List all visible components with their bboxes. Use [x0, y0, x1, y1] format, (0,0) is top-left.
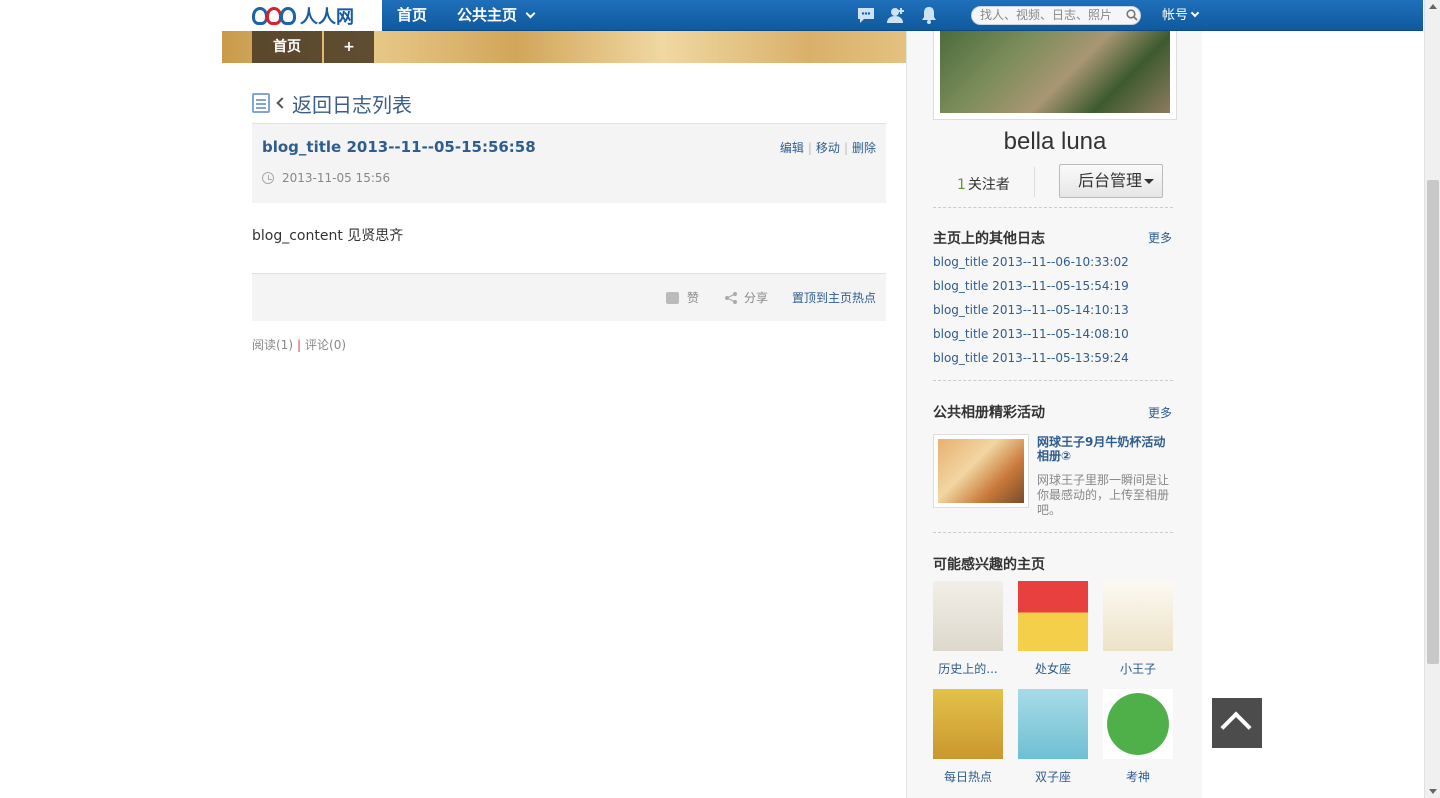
admin-label: 后台管理: [1078, 171, 1143, 190]
suggested-pages-title: 可能感兴趣的主页: [933, 557, 1045, 573]
suggested-page-label[interactable]: 双子座: [1010, 768, 1096, 785]
share-button[interactable]: 分享: [724, 289, 768, 306]
read-count: 阅读(1): [252, 338, 293, 352]
albums-more-link[interactable]: 更多: [1148, 404, 1172, 421]
suggested-page-thumbnail[interactable]: [1018, 581, 1088, 651]
caret-down-icon: [1144, 179, 1154, 184]
chevron-down-icon: [525, 8, 536, 19]
search-input[interactable]: 找人、视频、日志、照片: [971, 6, 1141, 25]
album-image: [938, 439, 1024, 503]
banner-tab-add[interactable]: +: [324, 31, 374, 63]
post-date-text: 2013-11-05 15:56: [282, 171, 391, 185]
album-title-link[interactable]: 网球王子9月牛奶杯活动相册②: [1037, 435, 1173, 463]
divider: [1034, 167, 1035, 197]
document-icon: [252, 93, 270, 113]
followers-number: 1: [957, 177, 966, 193]
followers-label: 关注者: [967, 177, 1010, 193]
comment-count[interactable]: 评论(0): [305, 338, 346, 352]
move-link[interactable]: 移动: [816, 141, 840, 155]
followers-count[interactable]: 1 关注者: [957, 174, 1010, 194]
suggested-page-thumbnail[interactable]: [933, 581, 1003, 651]
suggested-page-thumbnail[interactable]: [1103, 689, 1173, 759]
clock-icon: [262, 172, 274, 184]
album-thumbnail[interactable]: [933, 434, 1029, 508]
divider: [933, 532, 1173, 533]
suggested-page-thumbnail[interactable]: [1103, 581, 1173, 651]
account-label: 帐号: [1162, 8, 1189, 23]
post-stats: 阅读(1) | 评论(0): [252, 338, 347, 352]
back-to-top-button[interactable]: [1212, 698, 1262, 748]
profile-avatar[interactable]: [933, 31, 1177, 120]
navbar-bar: 人人网 首页 公共主页 找人、视频、日志、照片 帐号: [222, 0, 1423, 31]
banner-tab-home[interactable]: 首页: [252, 31, 322, 63]
suggested-page-label[interactable]: 历史上的...: [925, 660, 1011, 677]
chevron-down-icon: [1190, 8, 1200, 18]
chevron-up-icon: [1220, 711, 1252, 743]
post-content: blog_content 见贤思齐: [252, 228, 404, 244]
other-blogs-title: 主页上的其他日志: [933, 231, 1045, 247]
other-blog-link[interactable]: blog_title 2013--11--05-13:59:24: [933, 351, 1129, 365]
top-navbar: 人人网 首页 公共主页 找人、视频、日志、照片 帐号: [0, 0, 1424, 31]
divider: [933, 207, 1173, 208]
scroll-thumb[interactable]: [1427, 180, 1439, 664]
edit-link[interactable]: 编辑: [780, 141, 804, 155]
search-icon[interactable]: [1126, 9, 1138, 21]
account-menu[interactable]: 帐号: [1162, 0, 1200, 31]
nav-home-link[interactable]: 首页: [397, 0, 427, 31]
post-actions: 编辑 | 移动 | 删除: [779, 141, 876, 155]
like-label: 赞: [687, 291, 700, 305]
scroll-down-arrow-icon[interactable]: [1429, 789, 1437, 794]
add-friend-icon[interactable]: [886, 6, 906, 24]
logo-icon: [252, 5, 298, 27]
logo-text: 人人网: [300, 6, 354, 28]
profile-name: bella luna: [1003, 128, 1107, 155]
share-icon: [725, 291, 737, 304]
suggested-page-label[interactable]: 每日热点: [925, 768, 1011, 785]
page-scrollbar[interactable]: [1424, 0, 1440, 798]
suggested-page-label[interactable]: 小王子: [1095, 660, 1181, 677]
admin-dropdown-button[interactable]: 后台管理: [1059, 164, 1163, 198]
other-blog-link[interactable]: blog_title 2013--11--05-15:54:19: [933, 279, 1129, 293]
albums-title: 公共相册精彩活动: [933, 405, 1045, 421]
divider: [933, 380, 1173, 381]
site-logo[interactable]: 人人网: [222, 0, 382, 31]
chat-icon[interactable]: [856, 6, 876, 24]
post-header: blog_title 2013--11--05-15:56:58 编辑 | 移动 | 删…: [252, 123, 886, 203]
back-to-blog-list[interactable]: 返回日志列表: [252, 89, 412, 118]
other-blog-link[interactable]: blog_title 2013--11--05-14:10:13: [933, 303, 1129, 317]
thumbs-up-icon: [666, 291, 679, 304]
other-blog-link[interactable]: blog_title 2013--11--06-10:33:02: [933, 255, 1129, 269]
nav-public-pages-menu[interactable]: 公共主页: [457, 0, 536, 31]
nav-public-label: 公共主页: [457, 6, 518, 24]
avatar-image: [940, 31, 1170, 113]
scroll-up-arrow-icon[interactable]: [1429, 4, 1437, 9]
pin-to-homepage-link[interactable]: 置顶到主页热点: [792, 289, 876, 306]
post-date: 2013-11-05 15:56: [262, 171, 390, 185]
delete-link[interactable]: 删除: [852, 141, 876, 155]
suggested-page-label[interactable]: 考神: [1095, 768, 1181, 785]
back-link-label[interactable]: 返回日志列表: [292, 89, 412, 118]
suggested-page-thumbnail[interactable]: [933, 689, 1003, 759]
like-button[interactable]: 赞: [666, 289, 699, 306]
share-label: 分享: [744, 291, 769, 305]
notification-bell-icon[interactable]: [919, 6, 939, 24]
suggested-page-thumbnail[interactable]: [1018, 689, 1088, 759]
suggested-page-label[interactable]: 处女座: [1010, 660, 1096, 677]
other-blog-link[interactable]: blog_title 2013--11--05-14:08:10: [933, 327, 1129, 341]
sidebar: bella luna 1 关注者 后台管理 主页上的其他日志 更多 blog_ti…: [906, 31, 1202, 798]
other-blogs-more-link[interactable]: 更多: [1148, 229, 1172, 246]
post-footer: 赞 分享 置顶到主页热点: [252, 273, 886, 321]
album-description: 网球王子里那一瞬间是让你最感动的，上传至相册吧。: [1037, 473, 1170, 517]
post-title: blog_title 2013--11--05-15:56:58: [262, 138, 536, 156]
chevron-left-icon: [276, 97, 288, 109]
